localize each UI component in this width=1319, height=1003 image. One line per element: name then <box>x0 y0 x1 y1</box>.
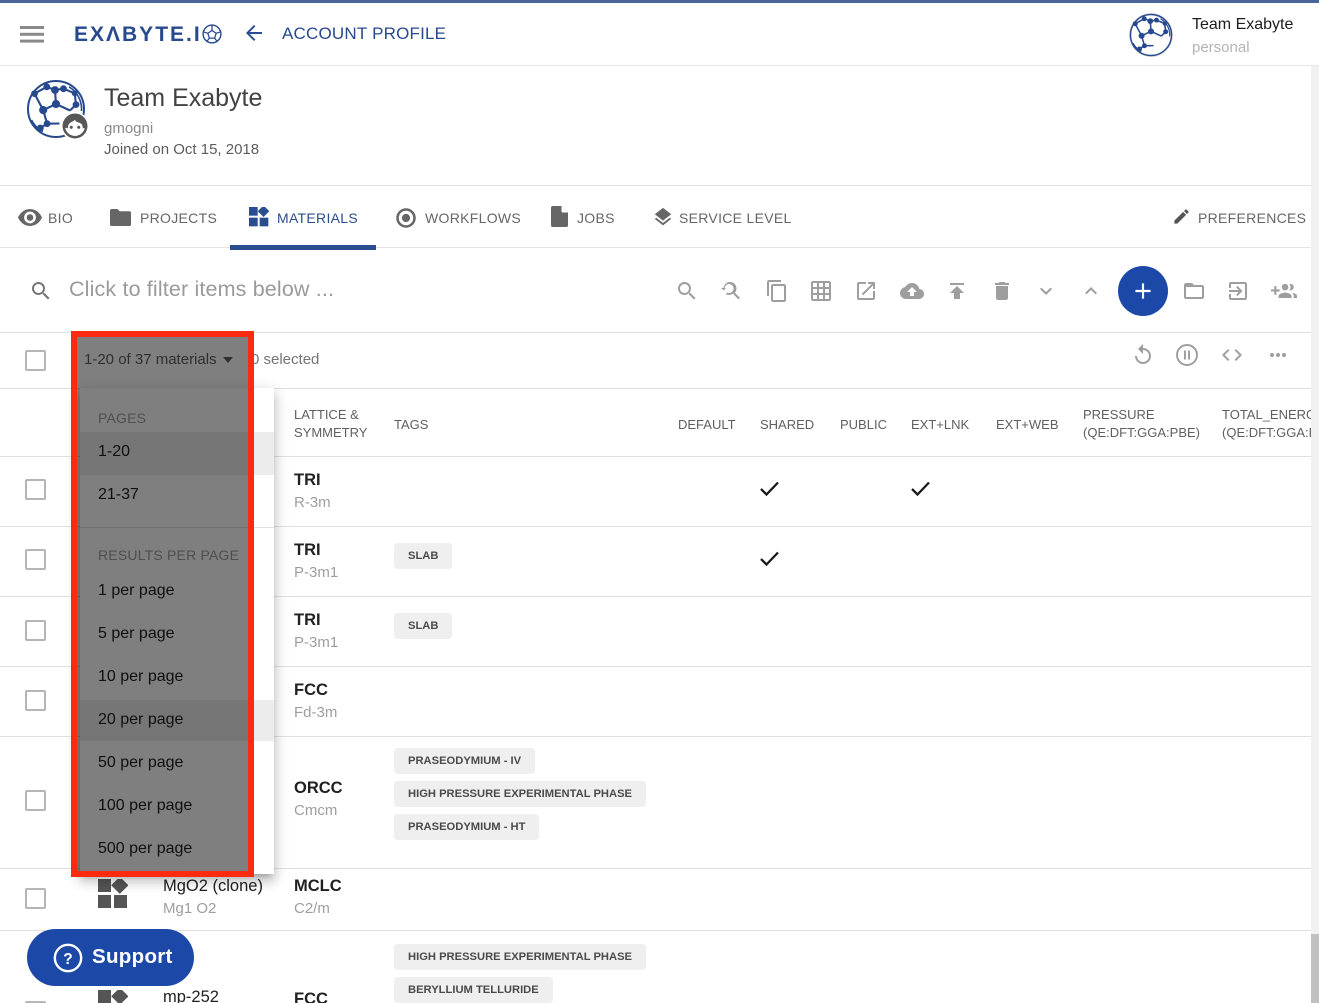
svg-text:?: ? <box>63 951 72 968</box>
